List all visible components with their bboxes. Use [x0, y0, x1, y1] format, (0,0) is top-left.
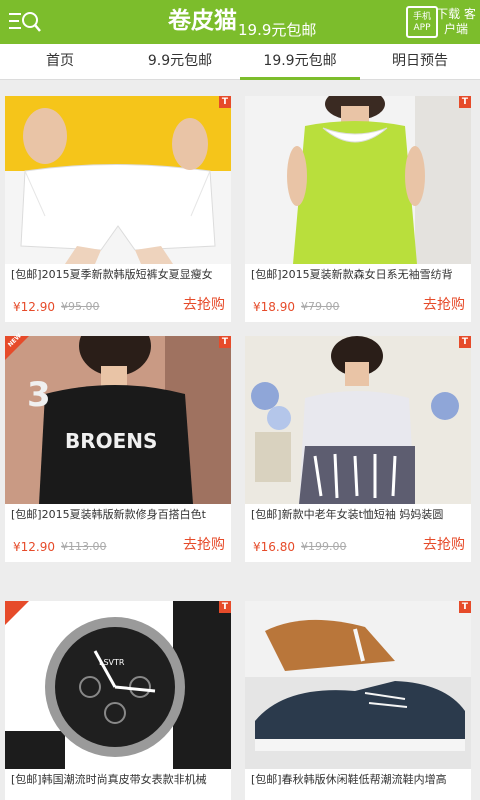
product-title[interactable]: [包邮]2015夏装新款森女日系无袖雪纺背: [251, 267, 467, 283]
product-image[interactable]: [5, 96, 231, 264]
product-original-price: ¥95.00: [61, 300, 100, 313]
product-title[interactable]: [包邮]2015夏季新款韩版短裤女夏显瘦女: [11, 267, 227, 283]
new-badge: NEW: [5, 332, 29, 360]
product-price: ¥18.90: [253, 300, 295, 314]
product-card[interactable]: T [包邮]2015夏季新款韩版短裤女夏显瘦女 ¥12.90 ¥95.00 去抢…: [5, 96, 231, 322]
tmall-badge: T: [219, 96, 231, 108]
active-tab-indicator: [240, 77, 360, 80]
product-card[interactable]: T [包邮]新款中老年女装t恤短袖 妈妈装圆 ¥16.80 ¥199.00 去抢…: [245, 336, 471, 562]
tab-19-9[interactable]: 19.9元包邮: [240, 44, 360, 80]
shirt-print-text: BROENS: [65, 429, 157, 453]
menu-search-icon[interactable]: [7, 8, 43, 36]
phone-app-icon[interactable]: 手机APP: [406, 6, 438, 38]
tab-9-9-label: 9.9元包邮: [147, 53, 213, 69]
tab-bar: 首页 9.9元包邮 19.9元包邮 明日预告: [0, 44, 480, 80]
product-image[interactable]: LSVTR: [5, 601, 231, 769]
product-title[interactable]: [包邮]韩国潮流时尚真皮带女表款非机械: [11, 772, 227, 788]
top-bar: 卷皮猫 19.9元包邮 手机APP 下载 客户端: [0, 0, 480, 44]
tmall-badge: T: [459, 96, 471, 108]
buy-now-button[interactable]: 去抢购: [183, 536, 225, 554]
download-client-link[interactable]: 下载 客户端: [436, 7, 476, 37]
new-badge: [5, 601, 29, 625]
product-card[interactable]: T [包邮]春秋韩版休闲鞋低帮潮流鞋内增高: [245, 601, 471, 800]
brand-logo: 卷皮猫: [168, 8, 237, 34]
tab-home[interactable]: 首页: [0, 44, 120, 79]
product-image[interactable]: [245, 336, 471, 504]
product-original-price: ¥113.00: [61, 540, 107, 553]
product-title[interactable]: [包邮]新款中老年女装t恤短袖 妈妈装圆: [251, 507, 467, 523]
product-title[interactable]: [包邮]2015夏装韩版新款修身百搭白色t: [11, 507, 227, 523]
product-original-price: ¥79.00: [301, 300, 340, 313]
product-price: ¥16.80: [253, 540, 295, 554]
tab-home-label: 首页: [46, 53, 74, 69]
tmall-badge: T: [459, 336, 471, 348]
product-card[interactable]: LSVTR T [包邮]韩国潮流时尚真皮带女表款非机械: [5, 601, 231, 800]
product-card[interactable]: BROENS 3 NEW T [包邮]2015夏装韩版新款修身百搭白色t ¥12…: [5, 332, 231, 562]
buy-now-button[interactable]: 去抢购: [183, 296, 225, 314]
svg-text:3: 3: [27, 375, 51, 415]
tab-tomorrow-label: 明日预告: [392, 53, 448, 69]
watch-brand-text: LSVTR: [99, 658, 125, 667]
tmall-badge: T: [219, 601, 231, 613]
buy-now-button[interactable]: 去抢购: [423, 536, 465, 554]
tab-tomorrow[interactable]: 明日预告: [360, 44, 480, 79]
product-image[interactable]: [245, 601, 471, 769]
product-card[interactable]: T [包邮]2015夏装新款森女日系无袖雪纺背 ¥18.90 ¥79.00 去抢…: [245, 96, 471, 322]
product-price: ¥12.90: [13, 540, 55, 554]
buy-now-button[interactable]: 去抢购: [423, 296, 465, 314]
page-subtitle: 19.9元包邮: [238, 21, 317, 39]
product-title[interactable]: [包邮]春秋韩版休闲鞋低帮潮流鞋内增高: [251, 772, 467, 788]
tab-9-9[interactable]: 9.9元包邮: [120, 44, 240, 79]
product-original-price: ¥199.00: [301, 540, 347, 553]
new-badge-label: NEW: [6, 332, 23, 349]
tmall-badge: T: [219, 336, 231, 348]
tmall-badge: T: [459, 601, 471, 613]
tab-19-9-label: 19.9元包邮: [263, 53, 337, 69]
product-image[interactable]: [245, 96, 471, 264]
product-price: ¥12.90: [13, 300, 55, 314]
product-image[interactable]: BROENS 3: [5, 336, 231, 504]
